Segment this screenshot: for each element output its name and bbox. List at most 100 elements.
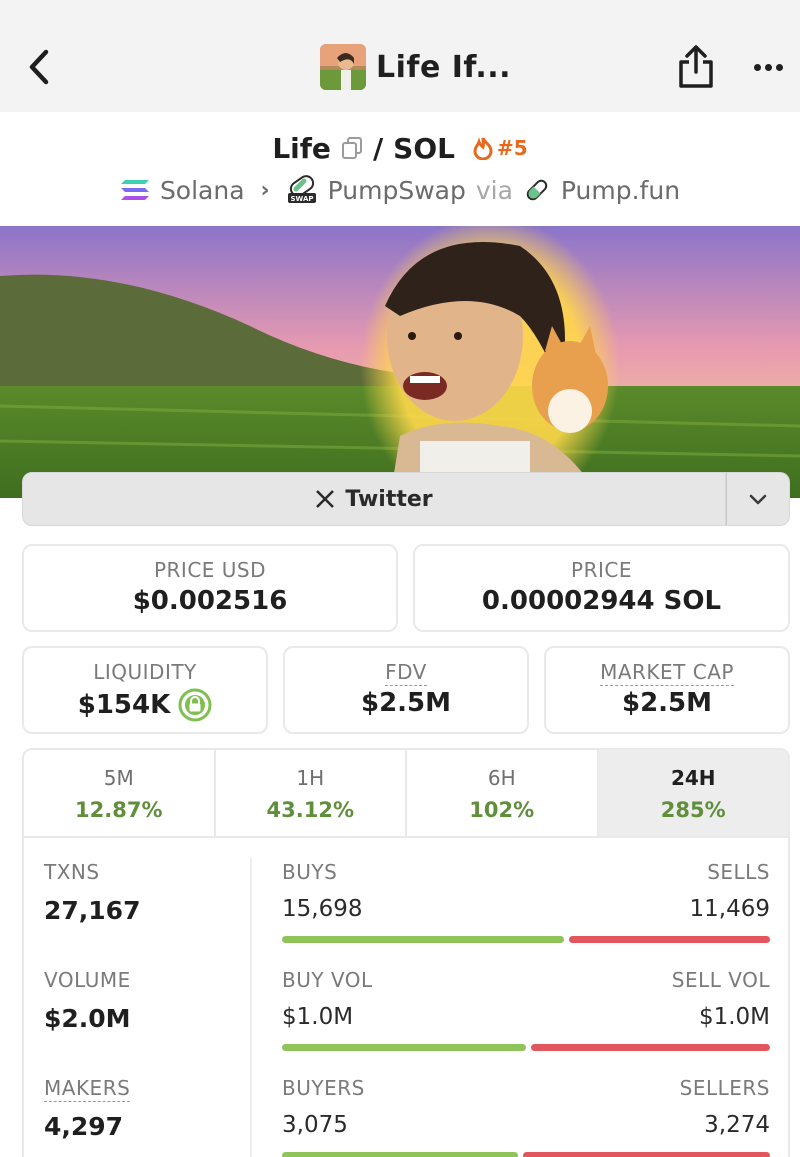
buys-sells-ratio-bar	[282, 936, 770, 943]
more-horizontal-icon	[753, 63, 761, 71]
fdv-label: FDV	[385, 660, 427, 686]
buyers-value: 3,075	[282, 1112, 348, 1138]
volume-values: $1.0M $1.0M	[282, 1004, 770, 1030]
buyers-sellers-labels: BUYERS SELLERS	[282, 1076, 770, 1100]
makers-metric[interactable]: MAKERS 4,297	[44, 1076, 244, 1157]
buyers-sellers-values: 3,075 3,274	[282, 1112, 770, 1138]
pill-icon	[526, 179, 548, 201]
buyers-ratio-bar	[282, 1152, 770, 1157]
market-cap-label: MARKET CAP	[600, 660, 734, 686]
lock-icon[interactable]	[178, 688, 212, 722]
period-tabs: 5M 12.87% 1H 43.12% 6H 102% 24H 285%	[24, 750, 788, 838]
tab-1h[interactable]: 1H 43.12%	[216, 750, 407, 836]
trending-rank-badge[interactable]: #5	[473, 136, 528, 160]
chevron-left-icon	[29, 49, 49, 85]
period-change: 285%	[660, 798, 726, 822]
period-label: 1H	[296, 766, 325, 790]
twitter-button[interactable]: Twitter	[22, 472, 726, 526]
pair-separator: /	[372, 131, 384, 165]
chevron-right-icon: ›	[260, 177, 270, 203]
flame-icon	[473, 137, 493, 160]
back-button[interactable]	[22, 46, 56, 88]
price-native-card: PRICE 0.00002944 SOL	[413, 544, 790, 632]
period-label: 6H	[487, 766, 516, 790]
buys-value: 15,698	[282, 896, 363, 922]
chevron-down-icon	[749, 494, 767, 505]
token-avatar	[320, 44, 366, 90]
pair-header: Life / SOL #5	[0, 128, 800, 168]
sellers-label: SELLERS	[679, 1076, 770, 1100]
price-native-value: 0.00002944 SOL	[481, 586, 722, 616]
market-cap-card[interactable]: MARKET CAP $2.5M	[544, 646, 790, 734]
buys-sells-labels: BUYS SELLS	[282, 860, 770, 884]
share-icon	[679, 45, 713, 88]
buys-sells-row: BUYS SELLS 15,698 11,469	[282, 860, 770, 968]
chain-name[interactable]: Solana	[160, 176, 245, 205]
buy-sell-volume-row: BUY VOL SELL VOL $1.0M $1.0M	[282, 968, 770, 1076]
pumpswap-icon: SWAP	[287, 175, 316, 203]
tab-5m[interactable]: 5M 12.87%	[24, 750, 216, 836]
volume-metric: VOLUME $2.0M	[44, 968, 244, 1076]
chain-dex-line: Solana › SWAP PumpSwap via Pump.fun	[0, 170, 800, 210]
txns-metric: TXNS 27,167	[44, 860, 244, 968]
buys-bar	[282, 936, 565, 943]
fdv-card[interactable]: FDV $2.5M	[283, 646, 529, 734]
buys-label: BUYS	[282, 860, 338, 884]
more-dot	[775, 63, 783, 71]
copy-icon[interactable]	[341, 136, 363, 160]
buy-vol-bar	[282, 1044, 526, 1051]
txns-value: 27,167	[44, 896, 141, 925]
makers-value: 4,297	[44, 1112, 124, 1141]
twitter-label: Twitter	[345, 486, 433, 512]
volume-label: VOLUME	[44, 968, 131, 992]
makers-label-wrap: MAKERS	[44, 1076, 244, 1102]
sells-value: 11,469	[689, 896, 770, 922]
share-button[interactable]	[676, 44, 716, 90]
liquidity-label: LIQUIDITY	[93, 660, 197, 684]
fdv-label-wrap: FDV	[285, 660, 527, 686]
metrics-divider	[250, 858, 252, 1157]
buyers-sellers-row: BUYERS SELLERS 3,075 3,274	[282, 1076, 770, 1157]
sell-vol-label: SELL VOL	[671, 968, 770, 992]
more-button[interactable]	[748, 52, 788, 82]
buy-vol-value: $1.0M	[282, 1004, 354, 1030]
price-usd-label: PRICE USD	[153, 558, 267, 582]
buyers-bar	[282, 1152, 519, 1157]
volume-labels: BUY VOL SELL VOL	[282, 968, 770, 992]
sells-bar	[569, 936, 770, 943]
sells-label: SELLS	[707, 860, 770, 884]
sell-vol-bar	[531, 1044, 770, 1051]
token-banner-image	[0, 226, 800, 498]
socials-dropdown-button[interactable]	[726, 472, 790, 526]
svg-text:SWAP: SWAP	[290, 195, 313, 203]
launchpad-name[interactable]: Pump.fun	[561, 176, 680, 205]
period-change: 102%	[469, 798, 535, 822]
market-cap-label-wrap: MARKET CAP	[546, 660, 788, 686]
price-usd-value: $0.002516	[132, 586, 288, 616]
buyers-label: BUYERS	[282, 1076, 365, 1100]
volume-value: $2.0M	[44, 1004, 131, 1033]
sell-vol-value: $1.0M	[698, 1004, 770, 1030]
buys-sells-values: 15,698 11,469	[282, 896, 770, 922]
more-dot	[764, 63, 772, 71]
price-usd-card: PRICE USD $0.002516	[22, 544, 398, 632]
nav-title: Life If...	[376, 49, 512, 85]
period-label: 5M	[103, 766, 134, 790]
period-change: 43.12%	[266, 798, 354, 822]
period-change: 12.87%	[75, 798, 163, 822]
breakdown-metrics: BUYS SELLS 15,698 11,469 BUY VOL SELL VO…	[282, 860, 770, 1157]
x-logo-icon	[316, 490, 335, 508]
volume-ratio-bar	[282, 1044, 770, 1051]
via-label: via	[475, 175, 513, 205]
summary-metrics: TXNS 27,167 VOLUME $2.0M MAKERS 4,297	[44, 860, 244, 1157]
liquidity-value-row: $154K	[24, 688, 266, 722]
liquidity-value: $154K	[77, 690, 171, 720]
txns-label: TXNS	[44, 860, 100, 884]
dex-name[interactable]: PumpSwap	[328, 176, 466, 205]
tab-24h[interactable]: 24H 285%	[598, 750, 788, 836]
liquidity-card: LIQUIDITY $154K	[22, 646, 268, 734]
quote-token-symbol: SOL	[393, 131, 455, 165]
price-native-label: PRICE	[571, 558, 632, 582]
tab-6h[interactable]: 6H 102%	[407, 750, 599, 836]
base-token-symbol: Life	[272, 131, 331, 165]
